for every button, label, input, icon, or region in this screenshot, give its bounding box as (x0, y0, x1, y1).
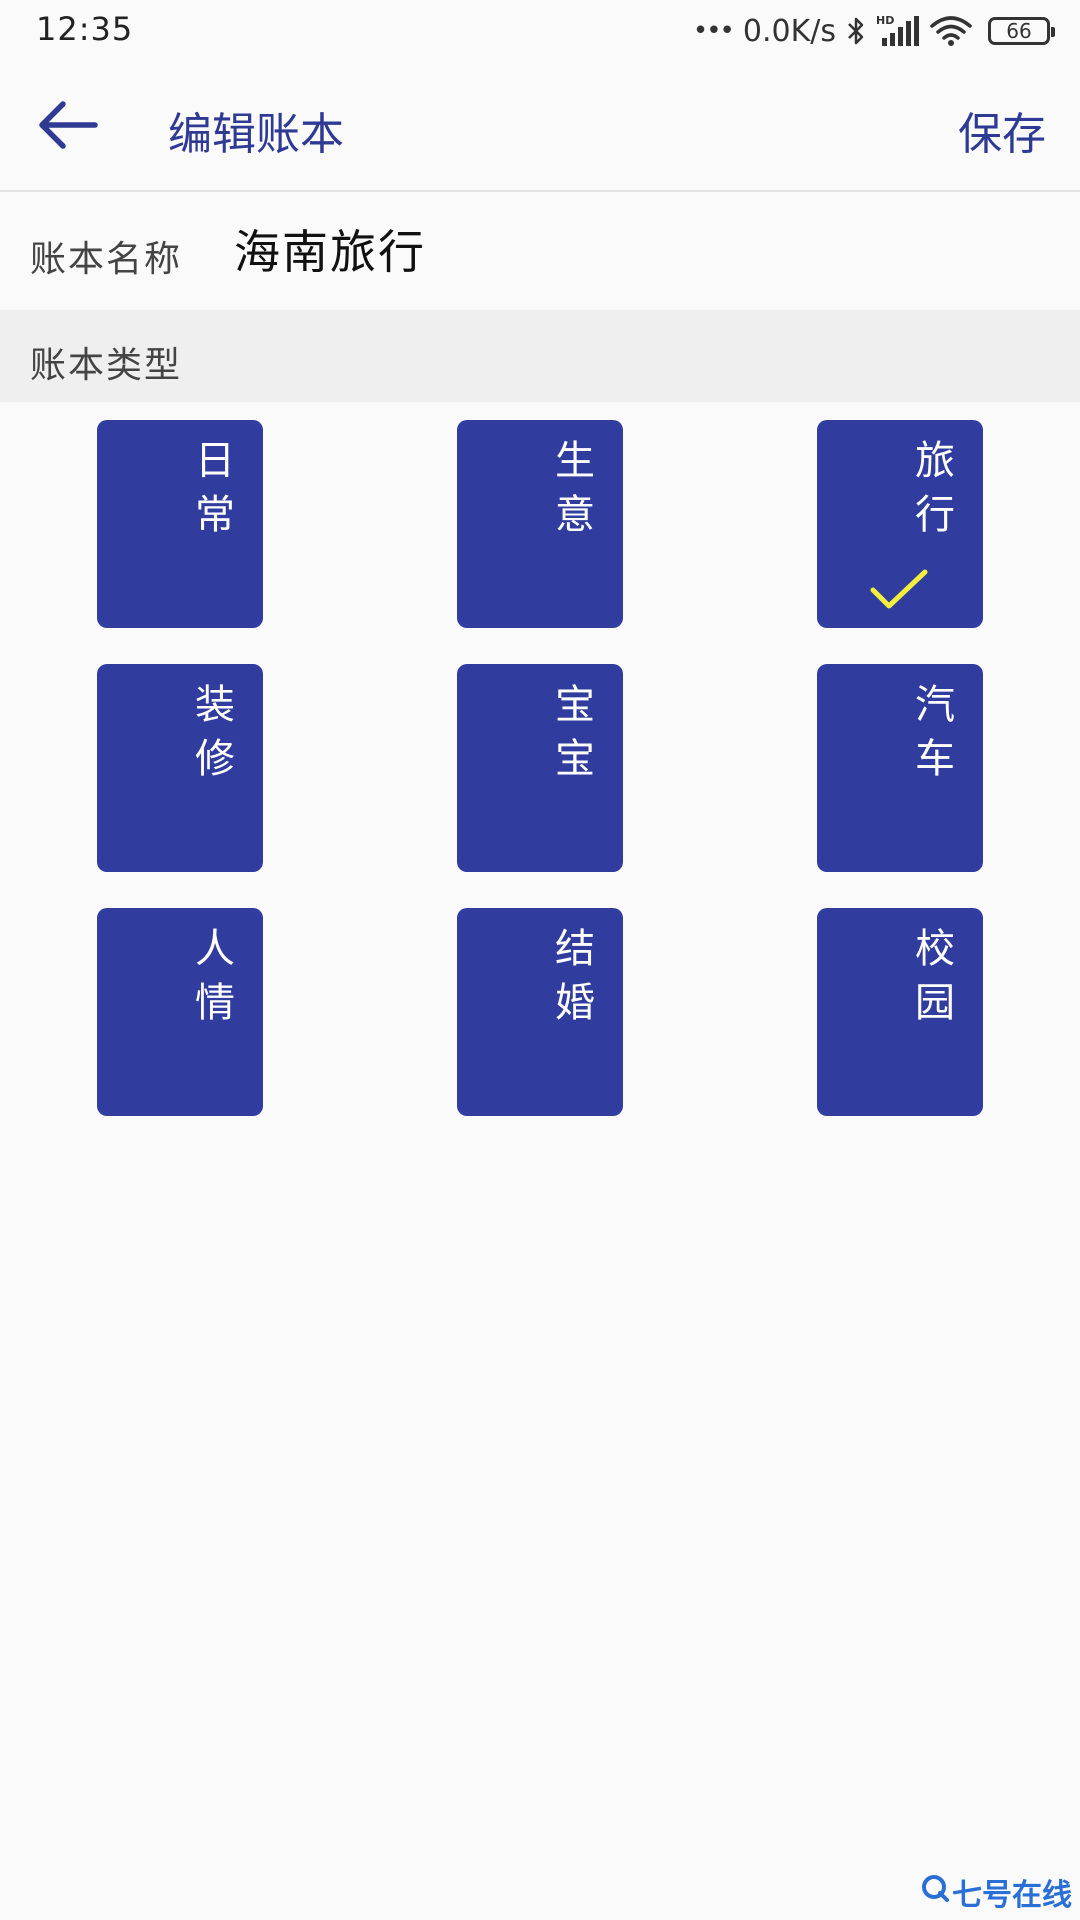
type-card-wedding[interactable]: 结婚 (457, 908, 623, 1116)
hd-label: HD (876, 14, 894, 27)
bluetooth-icon (846, 15, 866, 47)
arrow-left-icon (37, 99, 99, 155)
book-type-header: 账本类型 (0, 310, 1080, 402)
status-icons: ••• 0.0K/s HD 66 (692, 10, 1055, 52)
type-card-label: 校园 (915, 926, 955, 1026)
signal-icon: HD (876, 14, 920, 48)
type-card-label: 人情 (195, 926, 235, 1026)
type-card-campus[interactable]: 校园 (817, 908, 983, 1116)
type-card-baby[interactable]: 宝宝 (457, 664, 623, 872)
status-dots: ••• (692, 16, 735, 46)
type-card-daily[interactable]: 日常 (97, 420, 263, 628)
status-bar: 12:35 ••• 0.0K/s HD 66 (0, 0, 1080, 62)
book-name-label: 账本名称 (30, 239, 183, 280)
page-title: 编辑账本 (168, 109, 344, 160)
type-card-car[interactable]: 汽车 (817, 664, 983, 872)
type-card-travel[interactable]: 旅行 (817, 420, 983, 628)
back-button[interactable] (28, 92, 108, 162)
type-card-business[interactable]: 生意 (457, 420, 623, 628)
watermark-text: 七号在线 (952, 1878, 1072, 1913)
app-bar: 编辑账本 保存 (0, 62, 1080, 192)
type-card-renovation[interactable]: 装修 (97, 664, 263, 872)
type-card-label: 生意 (555, 438, 595, 538)
type-card-label: 结婚 (555, 926, 595, 1026)
save-button[interactable]: 保存 (958, 98, 1046, 162)
status-time: 12:35 (36, 10, 134, 48)
type-card-label: 汽车 (915, 682, 955, 782)
watermark: 七号在线 (920, 1870, 1072, 1914)
book-type-title: 账本类型 (30, 345, 183, 386)
type-card-gifts[interactable]: 人情 (97, 908, 263, 1116)
type-card-label: 装修 (195, 682, 235, 782)
type-card-label: 宝宝 (555, 682, 595, 782)
type-card-label: 旅行 (915, 438, 955, 538)
book-name-input[interactable] (234, 214, 1014, 284)
check-icon (869, 568, 929, 612)
network-speed: 0.0K/s (742, 13, 836, 49)
battery-icon: 66 (988, 17, 1055, 45)
type-card-label: 日常 (195, 438, 235, 538)
wifi-icon (930, 15, 972, 47)
book-name-row: 账本名称 (0, 192, 1080, 310)
watermark-logo-icon (920, 1873, 950, 1911)
